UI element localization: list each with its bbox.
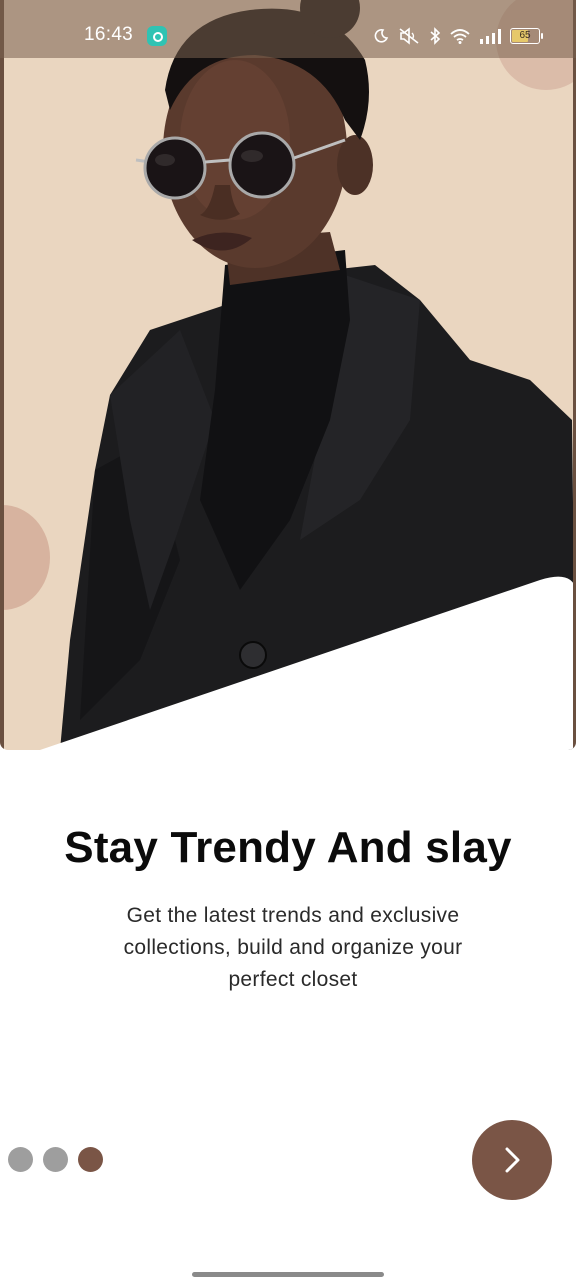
app-notification-icon <box>147 26 167 46</box>
diagonal-divider <box>40 576 576 750</box>
status-time: 16:43 <box>84 24 134 45</box>
battery-level: 65 <box>519 30 531 41</box>
home-indicator[interactable] <box>192 1272 384 1277</box>
status-bar: 16:43 65 <box>0 0 576 72</box>
bluetooth-icon <box>430 27 441 45</box>
battery-icon: 65 <box>510 28 543 44</box>
page-indicator <box>8 1147 103 1172</box>
signal-icon <box>480 29 501 44</box>
page-dot-1[interactable] <box>8 1147 33 1172</box>
wifi-icon <box>450 29 470 44</box>
hero-image <box>0 0 576 750</box>
onboarding-description: Get the latest trends and exclusive coll… <box>123 904 463 991</box>
page-dot-2[interactable] <box>43 1147 68 1172</box>
system-icons: 65 <box>373 25 543 47</box>
page-dot-3[interactable] <box>78 1147 103 1172</box>
onboarding-title: Stay Trendy And slay <box>64 823 512 872</box>
mute-icon <box>399 27 419 45</box>
next-button[interactable] <box>472 1120 552 1200</box>
hero-edge <box>0 0 4 750</box>
moon-icon <box>374 29 389 43</box>
chevron-right-icon <box>505 1147 520 1173</box>
